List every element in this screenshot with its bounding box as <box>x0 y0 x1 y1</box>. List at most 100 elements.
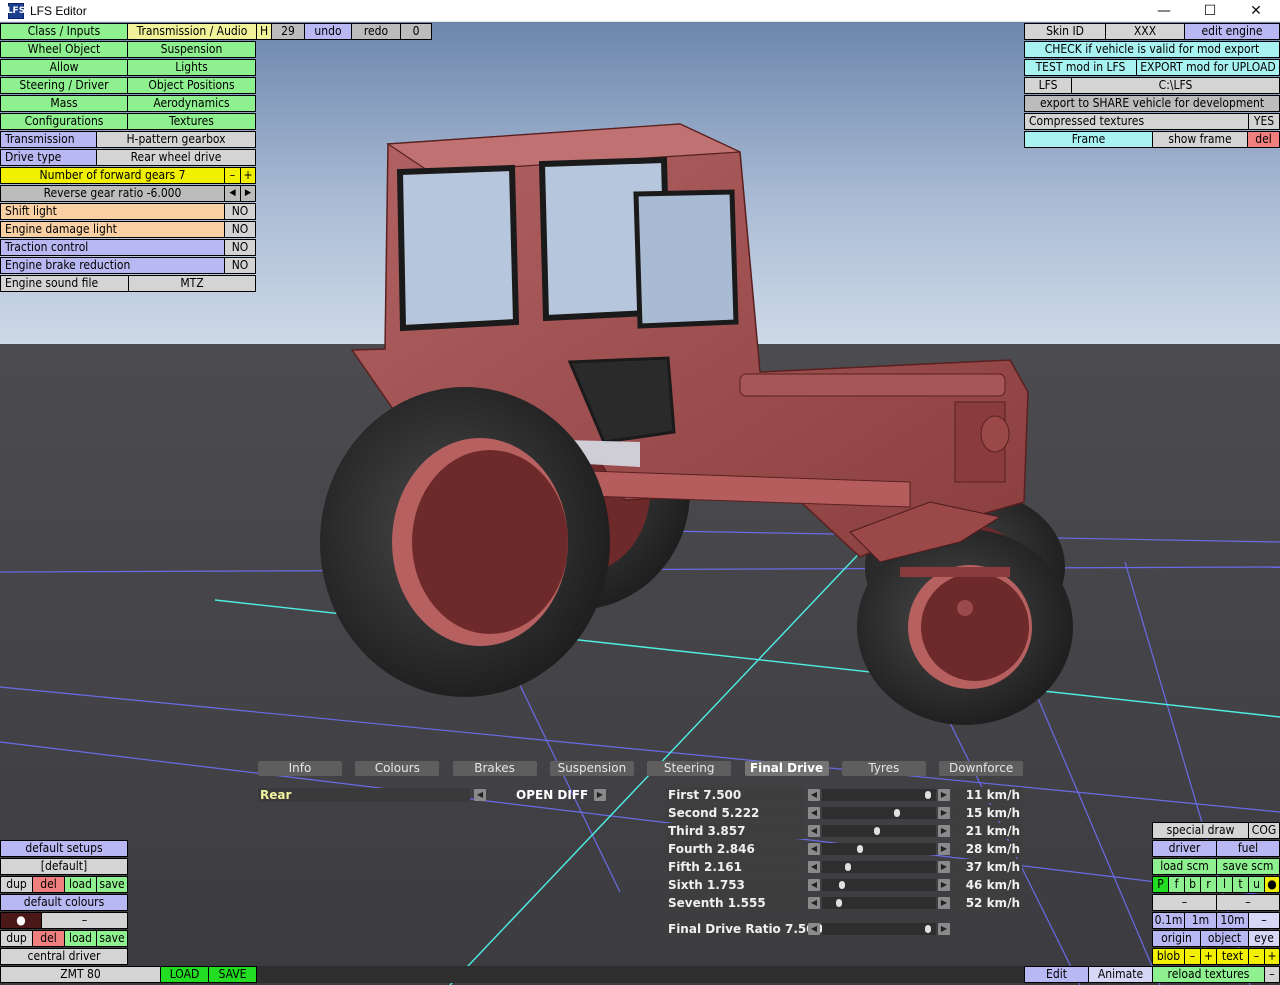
gear-left-arrow-icon[interactable]: ◀ <box>808 897 820 909</box>
text-minus-button[interactable]: – <box>1248 948 1265 965</box>
view-toggle-t[interactable]: t <box>1232 876 1249 893</box>
transmission-type-selector[interactable]: H-pattern gearbox <box>96 131 256 148</box>
tab-info[interactable]: Info <box>258 761 342 776</box>
scale-1m-button[interactable]: 1m <box>1184 912 1217 929</box>
reverse-ratio-right-arrow-icon[interactable]: ▶ <box>240 185 256 202</box>
maximize-button[interactable]: ☐ <box>1187 0 1233 22</box>
gear-right-arrow-icon[interactable]: ▶ <box>938 825 950 837</box>
redo-button[interactable]: redo <box>351 23 401 40</box>
animate-mode-button[interactable]: Animate <box>1088 966 1153 983</box>
textures-button[interactable]: Textures <box>127 113 256 130</box>
compressed-textures-toggle[interactable]: YES <box>1248 113 1280 130</box>
gear-left-arrow-icon[interactable]: ◀ <box>808 789 820 801</box>
gear-right-arrow-icon[interactable]: ▶ <box>938 861 950 873</box>
fuel-button[interactable]: fuel <box>1216 840 1280 857</box>
steering-driver-button[interactable]: Steering / Driver <box>0 77 128 94</box>
load-scm-button[interactable]: load scm <box>1152 858 1217 875</box>
wheel-object-button[interactable]: Wheel Object <box>0 41 128 58</box>
scale-minus-button[interactable]: – <box>1248 912 1280 929</box>
setup-save-button[interactable]: save <box>96 876 128 893</box>
tab-suspension[interactable]: Suspension <box>549 761 634 776</box>
car-name-field[interactable]: ZMT 80 <box>0 966 161 983</box>
gear-right-arrow-icon[interactable]: ▶ <box>938 879 950 891</box>
default-setup-selector[interactable]: [default] <box>0 858 128 875</box>
save-car-button[interactable]: SAVE <box>208 966 257 983</box>
tab-downforce[interactable]: Downforce <box>939 761 1024 776</box>
final-drive-right-arrow-icon[interactable]: ▶ <box>938 923 950 935</box>
gear-ratio-slider-knob[interactable] <box>873 827 880 835</box>
gear-left-arrow-icon[interactable]: ◀ <box>808 807 820 819</box>
tab-tyres[interactable]: Tyres <box>841 761 926 776</box>
axle-left-arrow-icon[interactable]: ◀ <box>474 789 486 801</box>
view-toggle-b[interactable]: b <box>1184 876 1201 893</box>
engine-sound-file-selector[interactable]: MTZ <box>128 275 256 292</box>
export-upload-button[interactable]: EXPORT mod for UPLOAD <box>1136 59 1280 76</box>
traction-control-toggle[interactable]: NO <box>224 239 256 256</box>
mass-button[interactable]: Mass <box>0 95 128 112</box>
lfs-path-field[interactable]: C:\LFS <box>1071 77 1280 94</box>
reload-minus-button[interactable]: – <box>1264 966 1280 983</box>
gear-ratio-slider[interactable] <box>822 789 936 801</box>
view-toggle-u[interactable]: u <box>1248 876 1265 893</box>
gear-ratio-slider-knob[interactable] <box>838 881 845 889</box>
skin-id-field[interactable]: XXX <box>1105 23 1185 40</box>
gear-ratio-slider-knob[interactable] <box>894 809 901 817</box>
scale-0-1m-button[interactable]: 0.1m <box>1152 912 1185 929</box>
load-car-button[interactable]: LOAD <box>160 966 209 983</box>
drive-type-selector[interactable]: Rear wheel drive <box>96 149 256 166</box>
gear-ratio-slider[interactable] <box>822 879 936 891</box>
text-plus-button[interactable]: + <box>1264 948 1280 965</box>
colour-swatch-icon[interactable]: ● <box>0 912 42 929</box>
aerodynamics-button[interactable]: Aerodynamics <box>127 95 256 112</box>
final-drive-slider[interactable] <box>822 923 936 935</box>
object-button[interactable]: object <box>1200 930 1249 947</box>
tab-colours[interactable]: Colours <box>355 761 440 776</box>
gear-left-arrow-icon[interactable]: ◀ <box>808 825 820 837</box>
editor-viewport[interactable]: Class / Inputs Transmission / Audio H 29… <box>0 22 1280 985</box>
zero-counter[interactable]: 0 <box>400 23 432 40</box>
colour-del-button[interactable]: del <box>32 930 65 947</box>
colour-dup-button[interactable]: dup <box>0 930 33 947</box>
setup-load-button[interactable]: load <box>64 876 97 893</box>
view-dot-icon[interactable]: ● <box>1264 876 1280 893</box>
gears-increase-button[interactable]: + <box>240 167 256 184</box>
allow-button[interactable]: Allow <box>0 59 128 76</box>
eye-button[interactable]: eye <box>1248 930 1280 947</box>
cog-button[interactable]: COG <box>1248 822 1280 839</box>
view-toggle-r[interactable]: r <box>1200 876 1217 893</box>
central-driver-button[interactable]: central driver <box>0 948 128 965</box>
gear-left-arrow-icon[interactable]: ◀ <box>808 879 820 891</box>
view-dash-right-button[interactable]: – <box>1216 894 1280 911</box>
gear-right-arrow-icon[interactable]: ▶ <box>938 807 950 819</box>
view-dash-left-button[interactable]: – <box>1152 894 1217 911</box>
tab-steering[interactable]: Steering <box>647 761 732 776</box>
axle-selector[interactable]: Rear <box>258 788 470 802</box>
blob-plus-button[interactable]: + <box>1200 948 1217 965</box>
view-toggle-l[interactable]: l <box>1216 876 1233 893</box>
gear-ratio-slider[interactable] <box>822 897 936 909</box>
setup-del-button[interactable]: del <box>32 876 65 893</box>
default-colours-button[interactable]: default colours <box>0 894 128 911</box>
view-toggle-f[interactable]: f <box>1168 876 1185 893</box>
gear-ratio-slider-knob[interactable] <box>856 845 863 853</box>
colour-selector[interactable]: – <box>41 912 128 929</box>
check-valid-button[interactable]: CHECK if vehicle is valid for mod export <box>1024 41 1280 58</box>
blob-minus-button[interactable]: – <box>1184 948 1201 965</box>
driver-button[interactable]: driver <box>1152 840 1217 857</box>
gear-ratio-slider[interactable] <box>822 825 936 837</box>
configurations-button[interactable]: Configurations <box>0 113 128 130</box>
gears-decrease-button[interactable]: – <box>224 167 241 184</box>
gear-ratio-slider[interactable] <box>822 861 936 873</box>
engine-damage-light-toggle[interactable]: NO <box>224 221 256 238</box>
tab-final-drive[interactable]: Final Drive <box>744 761 829 776</box>
object-positions-button[interactable]: Object Positions <box>127 77 256 94</box>
edit-engine-button[interactable]: edit engine <box>1184 23 1280 40</box>
engine-brake-reduction-toggle[interactable]: NO <box>224 257 256 274</box>
setup-dup-button[interactable]: dup <box>0 876 33 893</box>
gear-left-arrow-icon[interactable]: ◀ <box>808 843 820 855</box>
save-scm-button[interactable]: save scm <box>1216 858 1280 875</box>
reload-textures-button[interactable]: reload textures <box>1152 966 1265 983</box>
final-drive-slider-knob[interactable] <box>924 925 931 933</box>
special-draw-button[interactable]: special draw <box>1152 822 1249 839</box>
origin-button[interactable]: origin <box>1152 930 1201 947</box>
